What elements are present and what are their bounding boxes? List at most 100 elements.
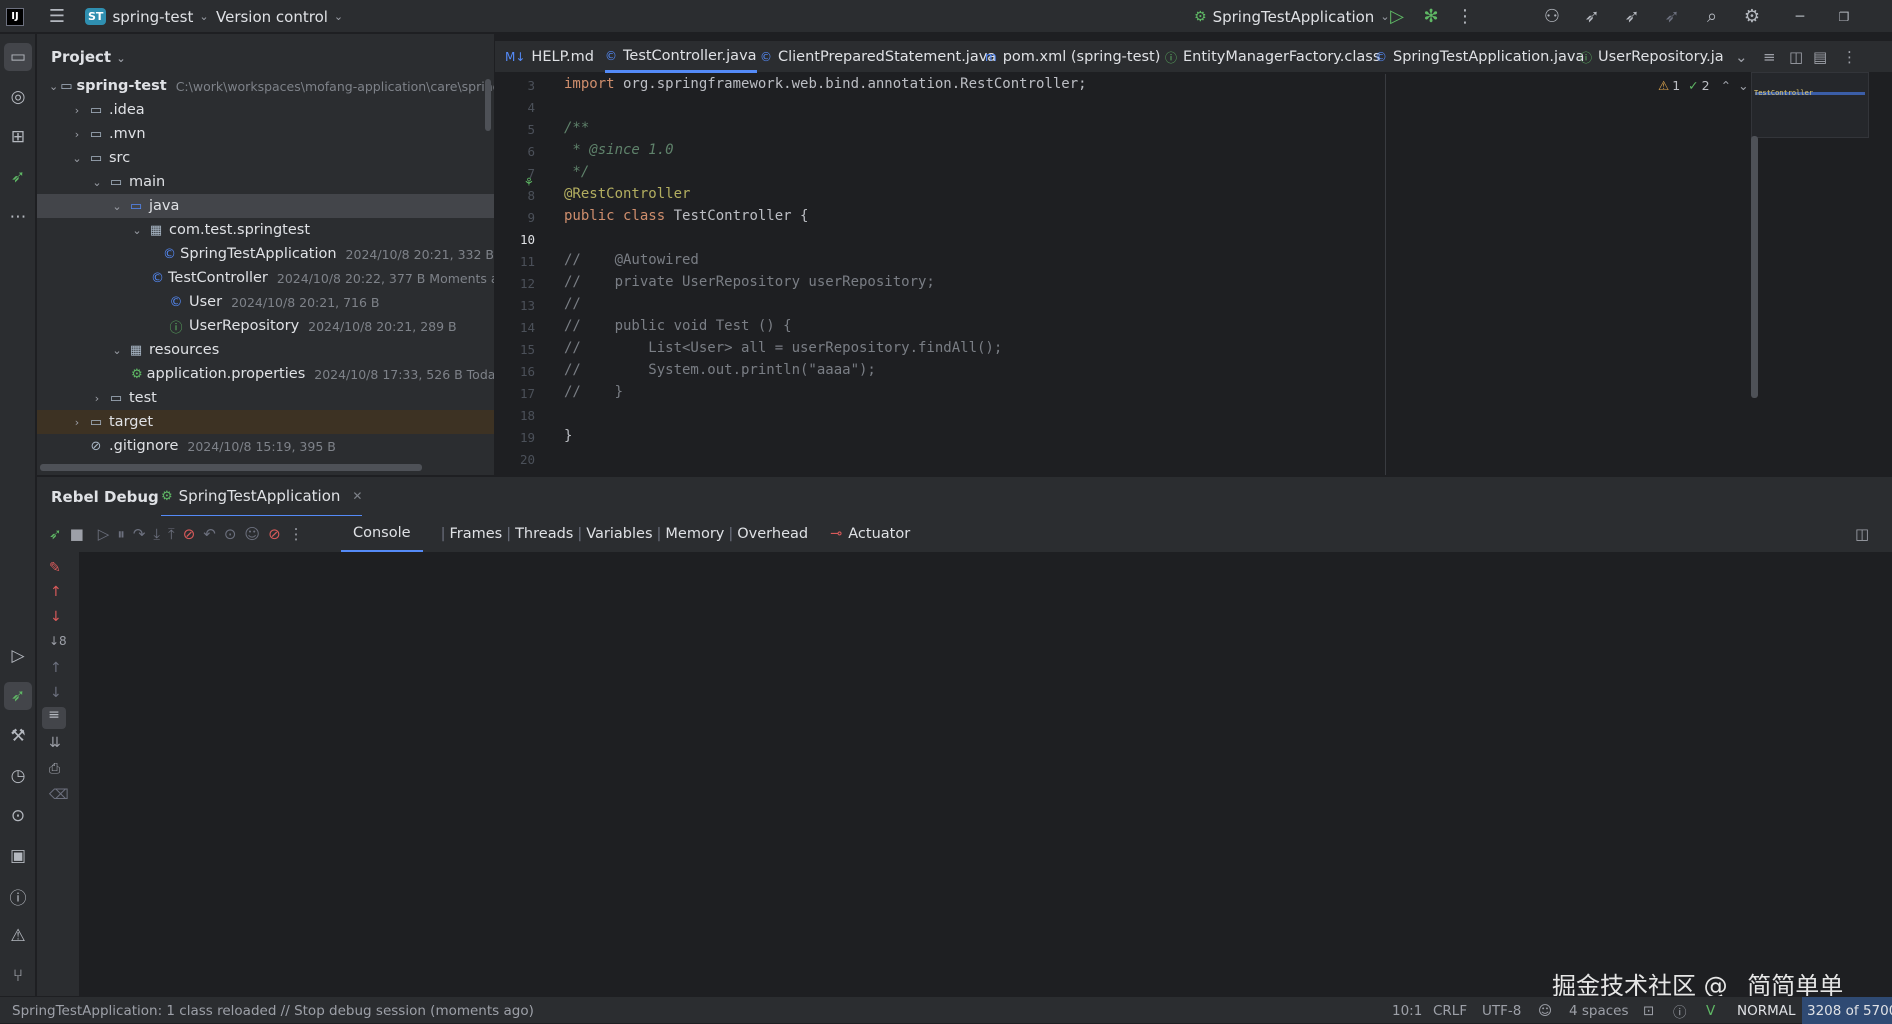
editor-tab[interactable]: © SpringTestApplication.java: [1375, 41, 1584, 73]
more-vertical-icon[interactable]: ⋮: [289, 525, 304, 543]
chevron-down-icon[interactable]: ⌄: [69, 152, 85, 165]
build-tool-button[interactable]: ⚒: [4, 722, 32, 750]
rerun-icon[interactable]: ➶: [49, 525, 62, 543]
debug-tab-actuator[interactable]: Actuator: [848, 526, 910, 542]
up-icon[interactable]: ↑: [50, 660, 62, 676]
editor-scrollbar[interactable]: [1751, 136, 1758, 398]
view-breakpoints-icon[interactable]: ⊘: [183, 525, 196, 543]
tree-item[interactable]: › ▭ .mvn: [37, 122, 494, 146]
arrow-up-icon[interactable]: ↑: [50, 584, 62, 600]
tree-item[interactable]: ⌄ ▦ resources: [37, 338, 494, 362]
chevron-right-icon[interactable]: ›: [69, 104, 85, 117]
structure-tool-button[interactable]: ⊞: [4, 123, 32, 151]
down-icon[interactable]: ↓: [50, 685, 62, 701]
caret-position[interactable]: 10:1: [1392, 997, 1422, 1024]
smile-icon[interactable]: ☺: [244, 525, 260, 543]
editor-tab[interactable]: M↓ HELP.md: [505, 41, 594, 73]
tree-item[interactable]: © TestController 2024/10/8 20:22, 377 B …: [37, 266, 494, 290]
project-switcher[interactable]: ST spring-test ⌄: [85, 0, 209, 33]
code-with-me-button[interactable]: ⚇: [1540, 0, 1564, 33]
tree-item[interactable]: ⌄ ▭ main: [37, 170, 494, 194]
debug-tab-variables[interactable]: Variables: [586, 526, 652, 542]
trash-icon[interactable]: ⌫: [49, 787, 69, 803]
run-config-selector[interactable]: ⚙ SpringTestApplication ⌄: [1194, 0, 1390, 33]
services-tool-button[interactable]: ▷: [4, 642, 32, 670]
editor-tab[interactable]: ⓘ EntityManagerFactory.class: [1165, 41, 1380, 73]
arrow-down-icon[interactable]: ↓: [50, 609, 62, 625]
jrebel-update-button[interactable]: ➶: [1580, 0, 1604, 33]
tree-item[interactable]: ⚙ application.properties 2024/10/8 17:33…: [37, 362, 494, 386]
line-separator[interactable]: CRLF: [1433, 997, 1467, 1024]
mute-icon[interactable]: ⊙: [224, 525, 237, 543]
debug-tab-frames[interactable]: Frames: [449, 526, 502, 542]
tree-item[interactable]: © SpringTestApplication 2024/10/8 20:21,…: [37, 242, 494, 266]
chevron-down-icon[interactable]: ⌄: [109, 200, 125, 213]
pause-icon[interactable]: ⏸: [117, 525, 125, 543]
more-actions-button[interactable]: ⋮: [1453, 0, 1477, 33]
chevron-right-icon[interactable]: ›: [89, 392, 105, 405]
copilot-icon[interactable]: ☺: [1538, 997, 1552, 1024]
editor-tab[interactable]: m pom.xml (spring-test): [985, 41, 1160, 73]
rebel-debug-tool-button[interactable]: ➶: [4, 682, 32, 710]
project-panel-header[interactable]: Project ⌄: [51, 48, 126, 66]
debug-tab-threads[interactable]: Threads: [515, 526, 573, 542]
vcs-menu[interactable]: Version control ⌄: [216, 0, 343, 33]
chevron-down-icon[interactable]: ⌄: [109, 344, 125, 357]
vertical-scrollbar[interactable]: [485, 79, 491, 131]
chevron-down-icon[interactable]: ⌄: [89, 176, 105, 189]
main-menu-button[interactable]: ☰: [45, 0, 69, 33]
debug-tab-console[interactable]: Console: [341, 516, 423, 552]
restore-button[interactable]: ❐: [1832, 0, 1856, 33]
warnings-tool-button[interactable]: ⚠: [4, 922, 32, 950]
spring-bean-gutter-icon[interactable]: ⚘: [525, 175, 533, 190]
tree-item[interactable]: › ▭ test: [37, 386, 494, 410]
tree-item[interactable]: ⌄ ▦ com.test.springtest: [37, 218, 494, 242]
step-into-icon[interactable]: ⤓: [153, 525, 160, 543]
indent-setting[interactable]: 4 spaces: [1569, 997, 1629, 1024]
tree-item[interactable]: ⌄ ▭ src: [37, 146, 494, 170]
print-icon[interactable]: ⎙: [49, 761, 60, 777]
recent-files-button[interactable]: ≡: [1763, 41, 1776, 73]
git-tool-button[interactable]: ⑂: [4, 962, 32, 990]
stop-icon[interactable]: ■: [70, 525, 84, 543]
jrebel-panel-button[interactable]: ➶: [4, 163, 32, 191]
tree-item[interactable]: ⌄ ▭ java: [37, 194, 494, 218]
editor-tab[interactable]: © ClientPreparedStatement.java: [760, 41, 996, 73]
tree-item[interactable]: › ▭ .idea: [37, 98, 494, 122]
mute-breakpoints-icon[interactable]: ⊘: [268, 525, 281, 543]
debug-button[interactable]: ✻: [1419, 0, 1443, 33]
session-tab[interactable]: ⚙ SpringTestApplication ✕: [161, 477, 363, 517]
project-tool-button[interactable]: ▭: [4, 43, 32, 71]
endpoints-tool-button[interactable]: ⊙: [4, 802, 32, 830]
console-output[interactable]: [37, 552, 1892, 996]
jrebel-run-button[interactable]: ➶: [1620, 0, 1644, 33]
terminal-tool-button[interactable]: ▣: [4, 842, 32, 870]
jrebel-tool-button[interactable]: ◎: [4, 83, 32, 111]
run-button[interactable]: ▷: [1385, 0, 1409, 33]
problems-tool-button[interactable]: ⓘ: [4, 882, 32, 910]
split-vertical-button[interactable]: ◫: [1789, 41, 1803, 73]
step-over-icon[interactable]: ↷: [133, 525, 146, 543]
code-editor[interactable]: 3 import org.springframework.web.bind.ann…: [495, 72, 1892, 475]
tree-item[interactable]: ⓘ UserRepository 2024/10/8 20:21, 289 B: [37, 314, 494, 338]
horizontal-scrollbar[interactable]: [40, 464, 422, 471]
soft-wrap-icon[interactable]: ≡: [42, 707, 66, 729]
layout-button[interactable]: ◫: [1855, 516, 1869, 552]
editor-tab[interactable]: © TestController.java: [605, 41, 757, 73]
chevron-right-icon[interactable]: ›: [69, 128, 85, 141]
inspection-widget[interactable]: ⚠ 1 ✓ 2 ⌃ ⌄: [1658, 74, 1749, 96]
minimap[interactable]: TestController: [1751, 72, 1869, 138]
settings-button[interactable]: ⚙: [1740, 0, 1764, 33]
close-icon[interactable]: ✕: [352, 489, 362, 503]
tab-list-button[interactable]: ⌄: [1735, 41, 1748, 73]
tree-item[interactable]: ⌄ ▭ spring-test C:\work\workspaces\mofan…: [37, 74, 494, 98]
status-message[interactable]: SpringTestApplication: 1 class reloaded …: [12, 997, 534, 1024]
vim-icon[interactable]: V: [1706, 997, 1715, 1024]
jrebel-debug-button[interactable]: ➶: [1660, 0, 1684, 33]
pencil-icon[interactable]: ✎: [49, 560, 61, 576]
resume-icon[interactable]: ▷: [98, 525, 110, 543]
tree-item[interactable]: › ▭ target: [37, 410, 494, 434]
search-button[interactable]: ⌕: [1700, 0, 1724, 33]
memory-indicator[interactable]: 3208 of 5700: [1802, 997, 1892, 1024]
editor-tab[interactable]: ⓘ UserRepository.ja: [1580, 41, 1724, 73]
